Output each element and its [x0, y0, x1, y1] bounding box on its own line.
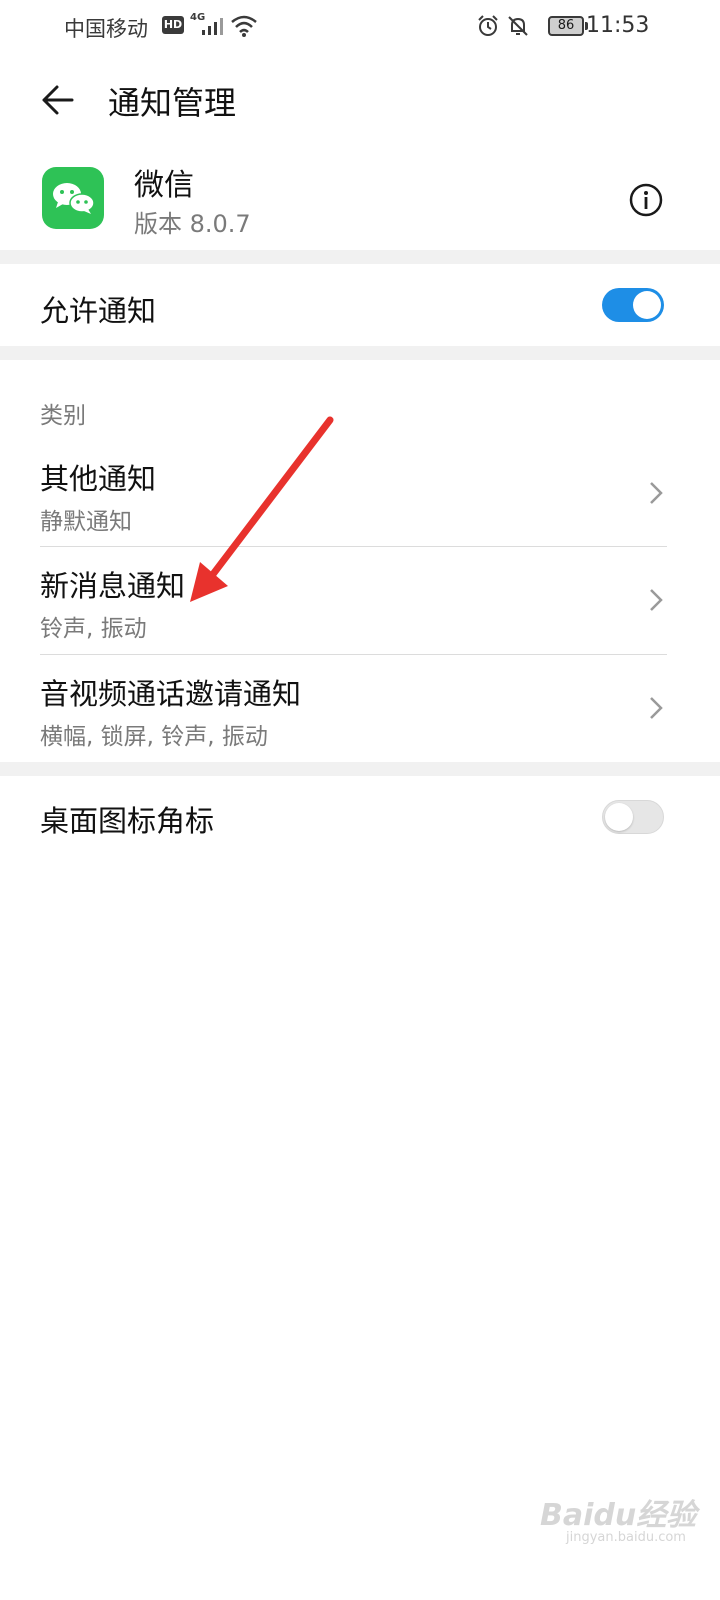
watermark-url: jingyan.baidu.com: [566, 1530, 686, 1545]
badge-setting-row[interactable]: 桌面图标角标: [0, 776, 720, 858]
page-title: 通知管理: [108, 84, 237, 122]
toggle-knob: [605, 803, 633, 831]
bell-off-icon: [508, 16, 528, 36]
section-gap: [0, 346, 720, 360]
section-gap: [0, 762, 720, 776]
app-name: 微信: [134, 168, 194, 203]
categories-section-label: 类别: [40, 403, 86, 429]
allow-notifications-row[interactable]: 允许通知: [0, 264, 720, 346]
annotation-arrow-icon: [190, 416, 334, 602]
signal-icon: [202, 18, 223, 35]
chevron-right-icon: [650, 589, 663, 611]
category-title: 新消息通知: [40, 569, 186, 603]
app-version: 版本 8.0.7: [134, 210, 251, 238]
arrow-left-icon: [42, 85, 74, 115]
battery-indicator: 86: [548, 16, 584, 36]
category-subtitle: 静默通知: [40, 509, 132, 535]
wechat-logo-icon: [53, 183, 95, 214]
alarm-icon: [478, 15, 498, 36]
badge-setting-toggle[interactable]: [602, 800, 664, 834]
chevron-right-icon: [650, 482, 663, 504]
category-row-call-invite[interactable]: 音视频通话邀请通知 横幅, 锁屏, 铃声, 振动: [0, 655, 720, 762]
info-icon: [629, 183, 663, 217]
back-button[interactable]: [32, 78, 82, 122]
category-row-new-message[interactable]: 新消息通知 铃声, 振动: [0, 547, 720, 654]
allow-notifications-label: 允许通知: [40, 294, 157, 328]
carrier-label: 中国移动: [64, 17, 148, 41]
category-title: 其他通知: [40, 462, 157, 496]
hd-badge: HD: [162, 16, 184, 34]
section-gap: [0, 250, 720, 264]
badge-setting-label: 桌面图标角标: [40, 804, 215, 838]
category-row-other[interactable]: 其他通知 静默通知: [0, 440, 720, 546]
category-subtitle: 横幅, 锁屏, 铃声, 振动: [40, 724, 268, 750]
category-title: 音视频通话邀请通知: [40, 677, 302, 711]
clock: 11:53: [586, 13, 650, 38]
toggle-knob: [633, 291, 661, 319]
chevron-right-icon: [650, 697, 663, 719]
wechat-app-icon: [42, 167, 104, 229]
wifi-icon: [231, 15, 257, 37]
status-bar: 中国移动 HD 4G 86 11:53: [0, 0, 720, 52]
category-subtitle: 铃声, 振动: [40, 616, 147, 642]
baidu-watermark: Baidu经验: [540, 1498, 697, 1533]
app-info-button[interactable]: [626, 180, 666, 220]
allow-notifications-toggle[interactable]: [602, 288, 664, 322]
